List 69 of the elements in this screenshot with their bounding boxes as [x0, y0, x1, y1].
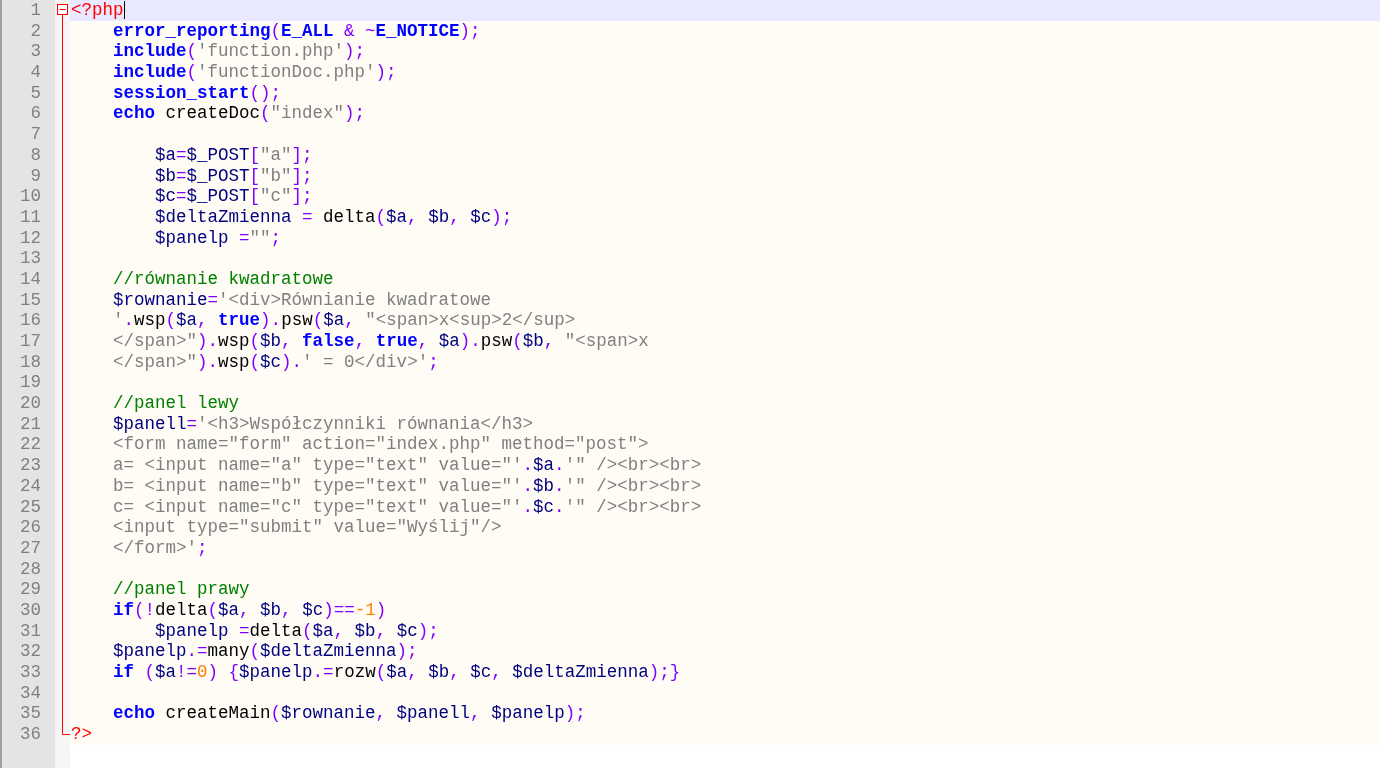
code-line: </span>").wsp($b, false, true, $a).psw($b, "<span>x	[112, 331, 650, 352]
line-number: 32	[19, 641, 42, 662]
line-number: 30	[19, 599, 42, 621]
code-line: echo createMain($rownanie, $panell, $panelp);	[112, 703, 586, 725]
line-number: 12	[19, 227, 42, 249]
line-number: 20	[19, 393, 42, 414]
line-number: 31	[19, 620, 42, 642]
code-line: b= <input name="b" type="text" value="'.$b.'" /><br><br>	[112, 475, 703, 497]
line-number: 23	[19, 455, 42, 476]
code-line: a= <input name="a" type="text" value="'.$a.'" /><br><br>	[112, 455, 703, 476]
line-number: 25	[19, 496, 42, 518]
code-line: //panel lewy	[112, 393, 240, 414]
line-number: 22	[19, 434, 42, 456]
line-number: 9	[29, 165, 42, 187]
line-number: 15	[19, 289, 42, 311]
code-line: <input type="submit" value="Wyślij"/>	[112, 517, 503, 538]
line-number: 5	[29, 82, 42, 104]
code-line: //panel prawy	[112, 579, 250, 600]
line-number: 34	[19, 682, 42, 704]
code-line: $c=$_POST["c"];	[154, 186, 313, 207]
line-number: 24	[19, 475, 42, 497]
code-line: include('functionDoc.php');	[112, 62, 397, 83]
line-number: 11	[19, 206, 42, 228]
code-line: c= <input name="c" type="text" value="'.$c.'" /><br><br>	[112, 496, 703, 518]
code-line: $rownanie='<div>Równianie kwadratowe	[112, 289, 493, 311]
line-number: 13	[19, 248, 42, 269]
line-number: 14	[19, 268, 42, 290]
code-line: <?php	[70, 0, 124, 21]
code-line: if ($a!=0) {$panelp.=rozw($a, $b, $c, $deltaZmienna);}	[112, 662, 681, 683]
line-number: 33	[19, 662, 42, 683]
code-line: include('function.php');	[112, 41, 366, 63]
line-number: 8	[29, 144, 42, 166]
code-line: $panelp =delta($a, $b, $c);	[154, 620, 439, 642]
line-number: 17	[19, 331, 42, 352]
fold-marker-icon[interactable]	[57, 4, 68, 15]
code-line: $panelp.=many($deltaZmienna);	[112, 641, 418, 662]
code-line: '.wsp($a, true).psw($a, "<span>x<sup>2</sup>	[112, 310, 577, 331]
line-number: 4	[29, 62, 42, 83]
code-line: </span>").wsp($c).' = 0</div>';	[112, 351, 439, 373]
code-line: if(!delta($a, $b, $c)==-1)	[112, 599, 387, 621]
code-line: $panelp ="";	[154, 227, 282, 249]
line-number: 36	[19, 724, 42, 745]
code-line: $deltaZmienna = delta($a, $b, $c);	[154, 206, 513, 228]
line-number: 35	[19, 703, 42, 725]
line-number: 21	[19, 413, 42, 435]
line-number: 18	[19, 351, 42, 373]
line-number: 19	[19, 372, 42, 394]
code-line: </form>';	[112, 537, 208, 559]
line-number: 29	[19, 579, 42, 600]
code-line: ?>	[70, 724, 92, 745]
line-number: 7	[29, 124, 42, 145]
line-number: 28	[19, 558, 42, 580]
line-number: 26	[19, 517, 42, 538]
line-number: 2	[29, 20, 42, 42]
code-line: $a=$_POST["a"];	[154, 144, 313, 166]
code-line: $b=$_POST["b"];	[154, 165, 313, 187]
code-line: echo createDoc("index");	[112, 103, 366, 125]
line-number: 27	[19, 537, 42, 559]
code-line: //równanie kwadratowe	[112, 268, 334, 290]
code-line: error_reporting(E_ALL & ~E_NOTICE);	[112, 20, 481, 42]
code-line: $panell='<h3>Współczynniki równania</h3>	[112, 413, 535, 435]
line-number: 1	[29, 0, 42, 21]
line-number: 16	[19, 310, 42, 331]
text-cursor	[123, 1, 125, 20]
line-number: 10	[19, 186, 42, 207]
code-line: session_start();	[112, 82, 282, 104]
line-number: 3	[29, 41, 42, 63]
code-line: <form name="form" action="index.php" method="post">	[112, 434, 650, 456]
line-number: 6	[29, 103, 42, 125]
